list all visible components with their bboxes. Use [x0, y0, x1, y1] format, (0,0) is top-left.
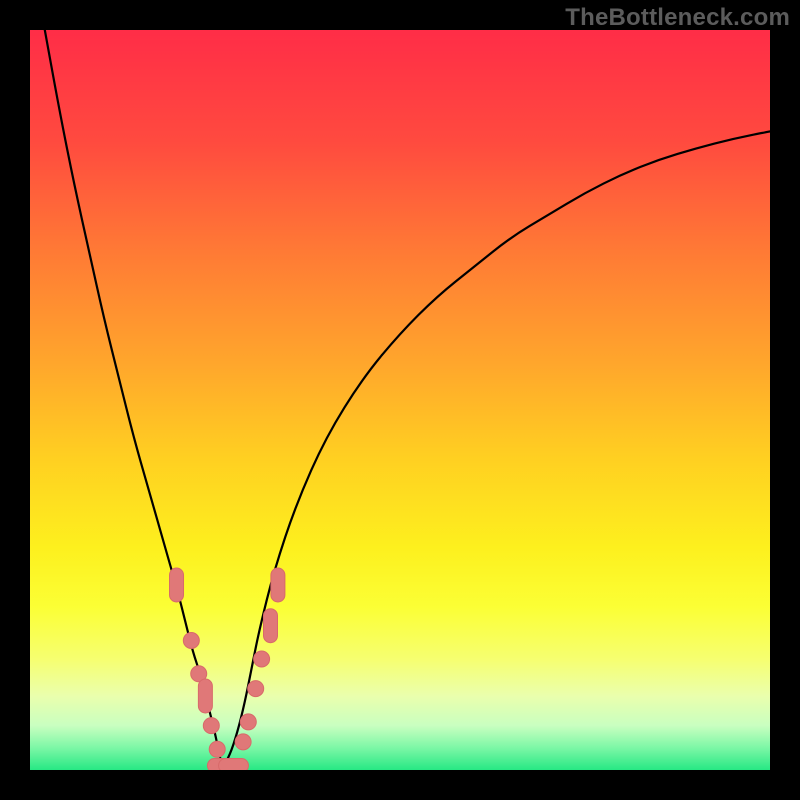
watermark-text: TheBottleneck.com: [565, 4, 790, 32]
data-marker-4: [203, 718, 219, 734]
data-marker-3: [198, 679, 212, 713]
data-marker-5: [209, 741, 225, 757]
data-marker-10: [248, 681, 264, 697]
data-marker-7: [219, 759, 249, 770]
data-marker-13: [271, 568, 285, 602]
chart-stage: TheBottleneck.com: [0, 0, 800, 800]
data-marker-12: [264, 609, 278, 643]
data-marker-1: [183, 633, 199, 649]
bottleneck-curve-left: [45, 30, 223, 768]
plot-area: [30, 30, 770, 770]
data-marker-9: [240, 714, 256, 730]
bottleneck-curve-right: [222, 131, 770, 767]
curve-layer: [30, 30, 770, 770]
data-marker-11: [254, 651, 270, 667]
data-marker-0: [170, 568, 184, 602]
data-marker-8: [235, 734, 251, 750]
